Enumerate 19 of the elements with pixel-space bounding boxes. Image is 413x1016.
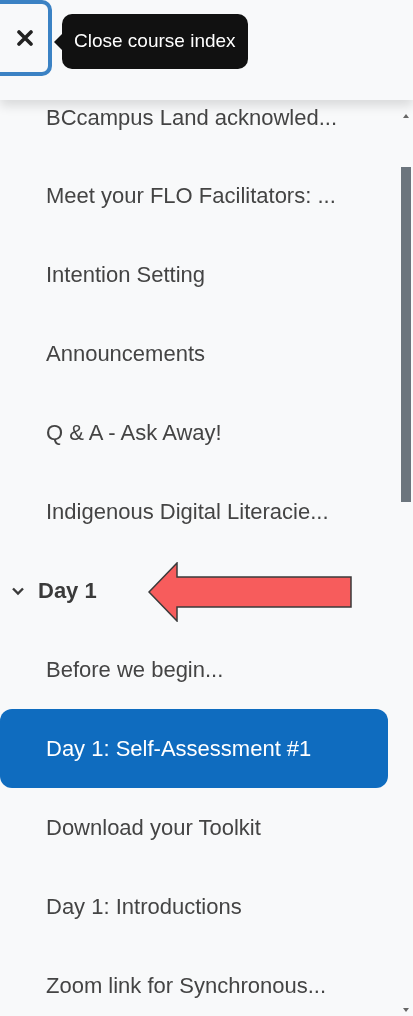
course-index-item[interactable]: Zoom link for Synchronous... [0, 946, 388, 1016]
tooltip: Close course index [62, 14, 248, 69]
course-index-item[interactable]: Indigenous Digital Literacie... [0, 472, 388, 551]
course-index-item[interactable]: Meet your FLO Facilitators: ... [0, 156, 388, 235]
section-heading[interactable]: Day 1 [0, 551, 109, 630]
course-index-item[interactable]: Download your Toolkit [0, 788, 388, 867]
course-index-item[interactable]: Announcements [0, 314, 388, 393]
close-button[interactable] [0, 0, 52, 76]
course-index-item[interactable]: BCcampus Land acknowled... [0, 100, 388, 134]
scrollbar-thumb[interactable] [401, 167, 411, 502]
tooltip-pointer [54, 33, 62, 50]
scroll-up-icon [403, 114, 409, 118]
close-icon [17, 30, 33, 46]
course-index-item[interactable]: Day 1: Self-Assessment #1 [0, 709, 388, 788]
scroll-down-icon [403, 1008, 409, 1012]
course-index-item[interactable]: Day 1: Introductions [0, 867, 388, 946]
course-index-item[interactable]: Before we begin... [0, 630, 388, 709]
course-index-item[interactable]: Intention Setting [0, 235, 388, 314]
course-index-item[interactable]: Q & A - Ask Away! [0, 393, 388, 472]
